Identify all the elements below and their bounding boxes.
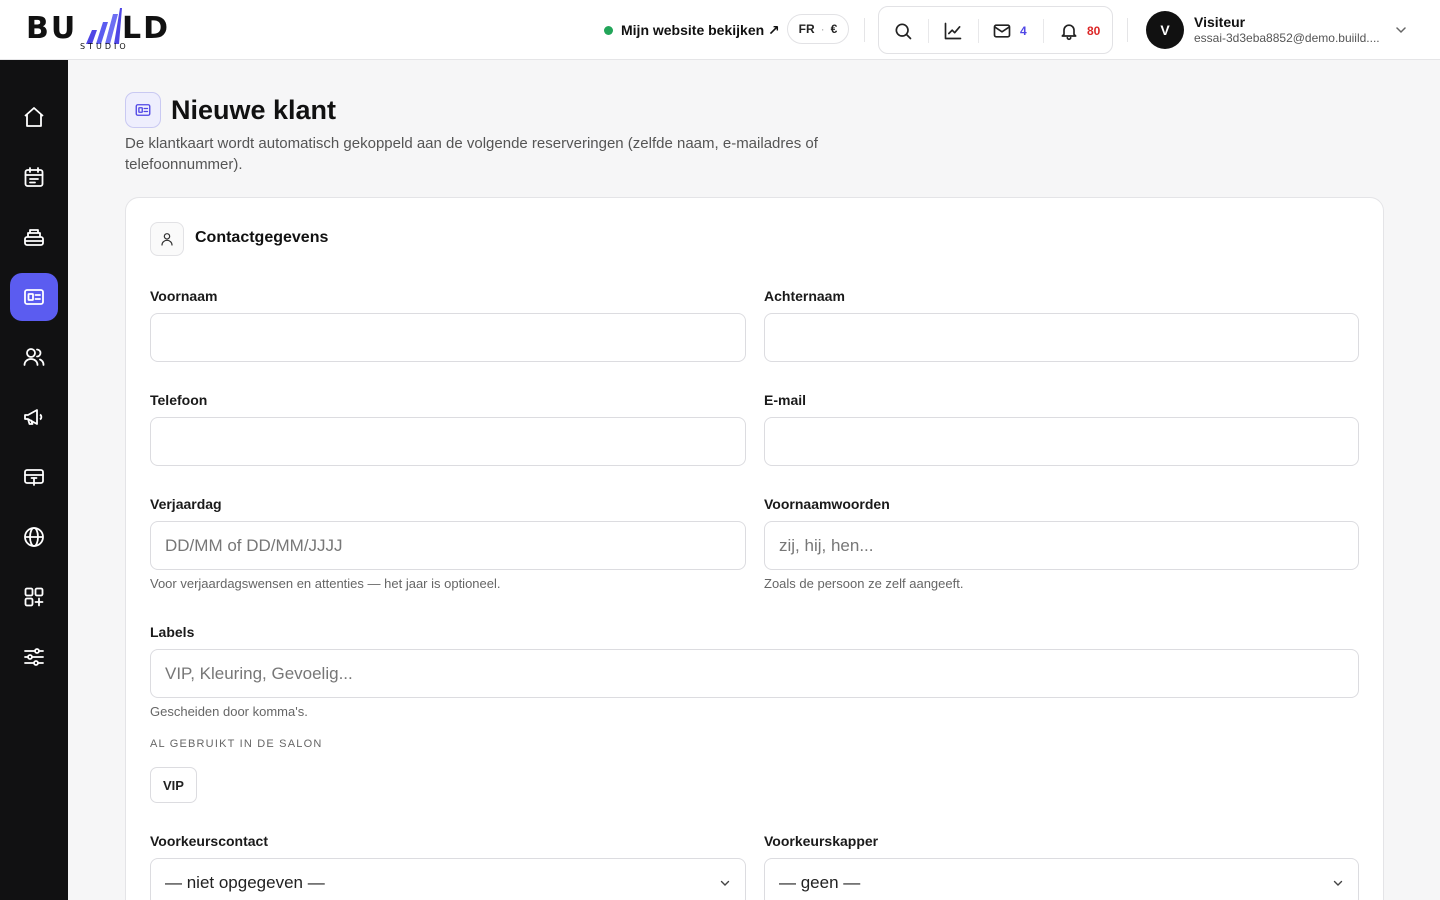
- globe-icon: [24, 527, 44, 547]
- search-button[interactable]: [893, 19, 913, 43]
- sidebar-item-marketing[interactable]: [10, 393, 58, 441]
- divider: [1127, 18, 1128, 42]
- last-name-label: Achternaam: [764, 288, 845, 304]
- contact-card: Contactgegevens Voornaam Achternaam Tele…: [125, 197, 1384, 900]
- client-card-header-icon: [125, 92, 161, 128]
- contact-section-icon: [150, 222, 184, 256]
- sidebar: [0, 60, 68, 900]
- pronouns-input[interactable]: [764, 521, 1359, 570]
- birthday-input[interactable]: [150, 521, 746, 570]
- settings-sliders-icon: [24, 648, 44, 666]
- sidebar-item-website[interactable]: [10, 513, 58, 561]
- notification-count-badge: 80: [1087, 24, 1101, 38]
- logo-text-right: LD: [122, 11, 171, 46]
- mail-icon: [993, 24, 1011, 38]
- sidebar-item-home[interactable]: [10, 93, 58, 141]
- email-input[interactable]: [764, 417, 1359, 466]
- page-title: Nieuwe klant: [171, 95, 337, 125]
- sidebar-item-register[interactable]: [10, 213, 58, 261]
- toolbar-group: 4 80: [878, 6, 1113, 54]
- preferred-stylist-select[interactable]: — geen —: [764, 858, 1359, 900]
- sidebar-item-team[interactable]: [10, 333, 58, 381]
- register-icon: [24, 229, 44, 246]
- first-name-input[interactable]: [150, 313, 746, 362]
- currency-symbol: €: [830, 22, 838, 36]
- language-code: FR: [798, 22, 815, 36]
- birthday-label: Verjaardag: [150, 496, 222, 512]
- section-title: Contactgegevens: [195, 229, 329, 246]
- stats-button[interactable]: [943, 19, 963, 43]
- birthday-hint: Voor verjaardagswensen en attenties — he…: [150, 576, 501, 591]
- avatar: V: [1146, 11, 1184, 49]
- client-card-icon: [24, 289, 44, 305]
- phone-input[interactable]: [150, 417, 746, 466]
- cash-icon: [24, 469, 44, 486]
- client-card-icon: [135, 104, 151, 116]
- preferred-stylist-label: Voorkeurskapper: [764, 833, 879, 849]
- users-icon: [23, 348, 45, 366]
- preferred-contact-select[interactable]: — niet opgegeven —: [150, 858, 746, 900]
- preferred-contact-value: — niet opgegeven —: [165, 872, 325, 892]
- apps-icon: [24, 587, 44, 607]
- separator-dot: ·: [820, 22, 825, 36]
- last-name-input[interactable]: [764, 313, 1359, 362]
- page-description: De klantkaart wordt automatisch gekoppel…: [125, 135, 818, 173]
- labels-hint: Gescheiden door komma's.: [150, 704, 308, 719]
- chevron-down-icon: [720, 880, 730, 886]
- megaphone-icon: [24, 409, 43, 425]
- preferred-stylist-value: — geen —: [779, 872, 861, 892]
- chevron-down-icon: [1333, 880, 1343, 886]
- preferred-contact-label: Voorkeurscontact: [150, 833, 268, 849]
- bell-icon: [1061, 24, 1077, 41]
- used-tags-caption: AL GEBRUIKT IN DE SALON: [150, 738, 323, 750]
- tag-chip-vip[interactable]: VIP: [150, 767, 197, 803]
- build-studio-logo[interactable]: BU LD STUDIO: [26, 8, 186, 52]
- calendar-icon: [24, 167, 44, 187]
- first-name-label: Voornaam: [150, 288, 218, 304]
- user-name: Visiteur: [1194, 14, 1246, 30]
- phone-label: Telefoon: [150, 392, 208, 408]
- divider: [928, 19, 929, 43]
- sidebar-item-calendar[interactable]: [10, 153, 58, 201]
- pronouns-hint: Zoals de persoon ze zelf aangeeft.: [764, 576, 964, 591]
- user-icon: [161, 233, 173, 246]
- labels-input[interactable]: [150, 649, 1359, 698]
- sidebar-item-apps[interactable]: [10, 573, 58, 621]
- logo-text-left: BU: [26, 11, 78, 46]
- home-icon: [24, 107, 44, 127]
- online-status-dot: [604, 25, 613, 35]
- sidebar-item-payments[interactable]: [10, 453, 58, 501]
- search-icon: [895, 23, 912, 40]
- divider: [978, 19, 979, 43]
- mail-count-badge: 4: [1020, 24, 1027, 38]
- labels-label: Labels: [150, 624, 195, 640]
- chart-line-icon: [944, 22, 962, 40]
- notifications-button[interactable]: 80: [1059, 19, 1100, 43]
- logo-bars-icon: [86, 8, 122, 44]
- user-email: essai-3d3eba8852@demo.buiild....: [1194, 31, 1380, 45]
- sidebar-item-clients[interactable]: [10, 273, 58, 321]
- top-bar: BU LD STUDIO Mijn website bekijken ↗ FR …: [0, 0, 1440, 60]
- view-website-link[interactable]: Mijn website bekijken ↗: [604, 19, 780, 41]
- logo-subtitle: STUDIO: [80, 42, 129, 51]
- user-menu[interactable]: V Visiteur essai-3d3eba8852@demo.buiild.…: [1146, 10, 1416, 50]
- view-website-label: Mijn website bekijken ↗: [621, 21, 780, 38]
- pronouns-label: Voornaamwoorden: [764, 496, 890, 512]
- divider: [864, 18, 865, 42]
- sidebar-item-settings[interactable]: [10, 633, 58, 681]
- messages-button[interactable]: 4: [992, 19, 1027, 43]
- chevron-down-icon: [1396, 27, 1406, 34]
- divider: [1043, 19, 1044, 43]
- email-label: E-mail: [764, 392, 807, 408]
- language-currency-switch[interactable]: FR · €: [787, 14, 849, 44]
